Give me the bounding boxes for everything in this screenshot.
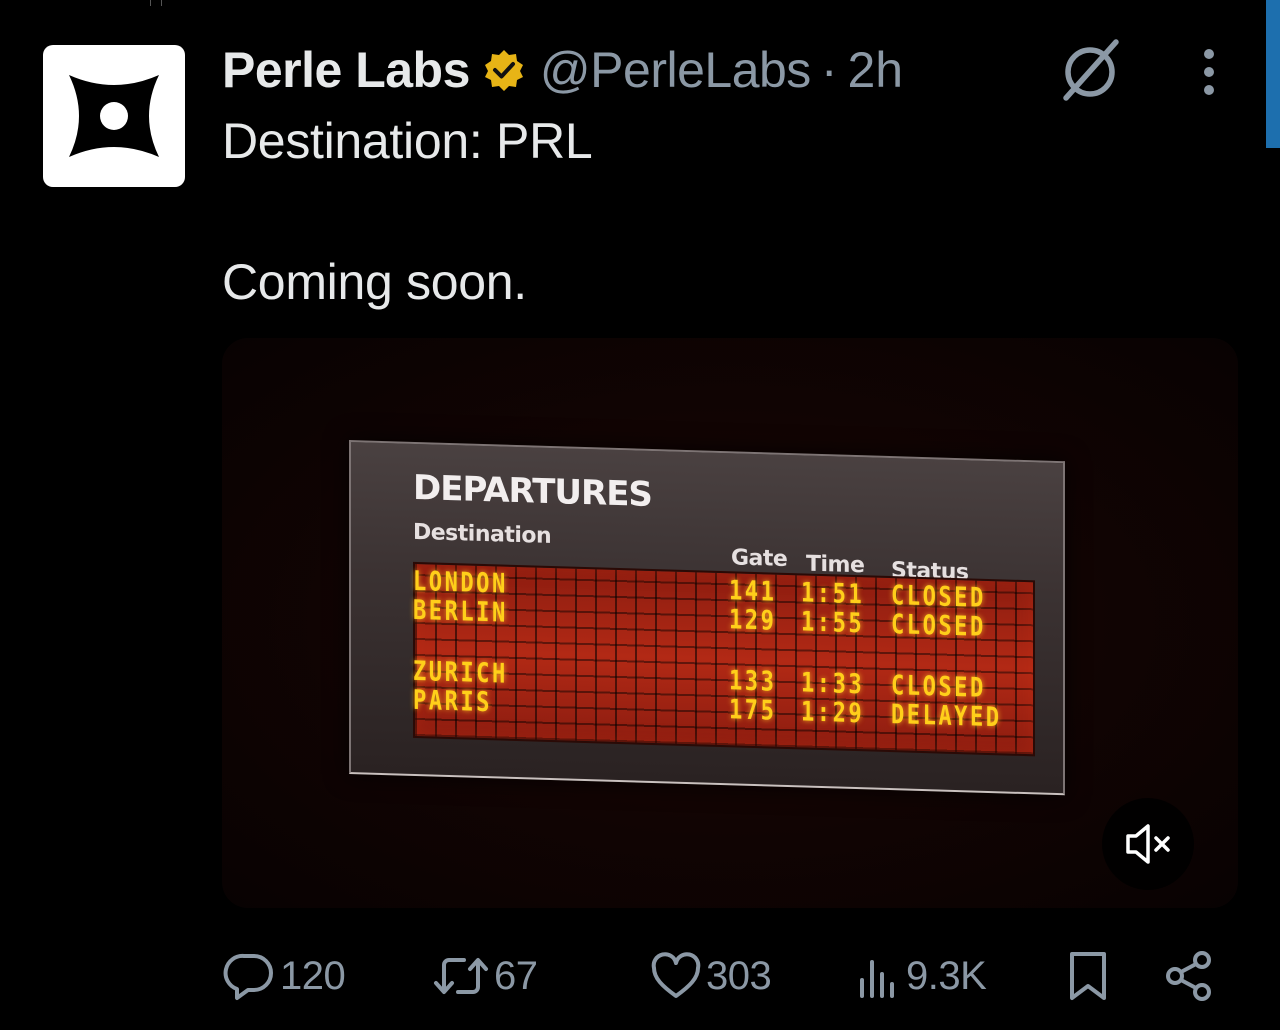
- flap-time: 1:29: [801, 696, 865, 730]
- unmute-button[interactable]: [1102, 798, 1194, 890]
- flap-destination: BERLIN: [413, 594, 508, 629]
- flap-gate: 141: [729, 575, 777, 608]
- views-button[interactable]: 9.3K: [854, 944, 987, 1008]
- bookmark-icon: [1070, 952, 1106, 1000]
- tweet-text-line: Destination: PRL: [222, 113, 593, 169]
- repost-button[interactable]: 67: [432, 944, 538, 1008]
- display-name[interactable]: Perle Labs: [222, 41, 470, 99]
- board-title: DEPARTURES: [413, 467, 652, 515]
- more-icon[interactable]: [1194, 44, 1224, 100]
- repost-icon: [434, 958, 488, 994]
- flap-gate: 133: [729, 665, 777, 698]
- flap-status: DELAYED: [891, 699, 1002, 734]
- flap-time: 1:33: [801, 667, 865, 701]
- separator-dot: ·: [820, 42, 838, 98]
- like-count: 303: [706, 953, 772, 998]
- departures-board: DEPARTURES Destination Gate Time Status …: [349, 440, 1065, 796]
- views-count: 9.3K: [906, 953, 987, 998]
- reply-icon: [223, 953, 273, 1000]
- flap-gate: 129: [729, 604, 777, 637]
- flap-status: CLOSED: [891, 609, 986, 643]
- flap-time: 1:55: [801, 606, 865, 640]
- bookmark-button[interactable]: [1066, 944, 1110, 1008]
- verified-badge-icon[interactable]: [482, 48, 526, 92]
- flap-gate: 175: [729, 694, 777, 727]
- tweet-video[interactable]: DEPARTURES Destination Gate Time Status …: [222, 338, 1238, 908]
- top-divider-mark: [150, 0, 162, 6]
- flap-destination: PARIS: [413, 684, 492, 719]
- reply-button[interactable]: 120: [222, 944, 346, 1008]
- column-header-destination: Destination: [413, 519, 552, 550]
- speaker-muted-icon: [1126, 824, 1170, 864]
- grok-icon[interactable]: [1058, 38, 1122, 102]
- like-button[interactable]: 303: [650, 944, 772, 1008]
- flap-time: 1:51: [801, 577, 865, 611]
- repost-count: 67: [494, 953, 538, 998]
- action-bar: 120 67 303 9.3K: [222, 944, 1222, 1008]
- reply-count: 120: [280, 953, 346, 998]
- share-button[interactable]: [1164, 944, 1214, 1008]
- perle-logo-icon: [69, 75, 159, 157]
- scrollbar-thumb[interactable]: [1266, 0, 1280, 148]
- heart-icon: [651, 952, 701, 998]
- timestamp[interactable]: 2h: [847, 41, 903, 99]
- tweet-text-line: Coming soon.: [222, 254, 527, 310]
- share-icon: [1166, 951, 1211, 1001]
- avatar[interactable]: [43, 45, 185, 187]
- tweet-view: Perle Labs @PerleLabs · 2h Destination: …: [0, 0, 1280, 1030]
- views-icon: [860, 960, 894, 998]
- tweet-header: Perle Labs @PerleLabs · 2h: [222, 40, 903, 100]
- column-header-gate: Gate: [731, 545, 788, 573]
- handle[interactable]: @PerleLabs: [540, 41, 811, 99]
